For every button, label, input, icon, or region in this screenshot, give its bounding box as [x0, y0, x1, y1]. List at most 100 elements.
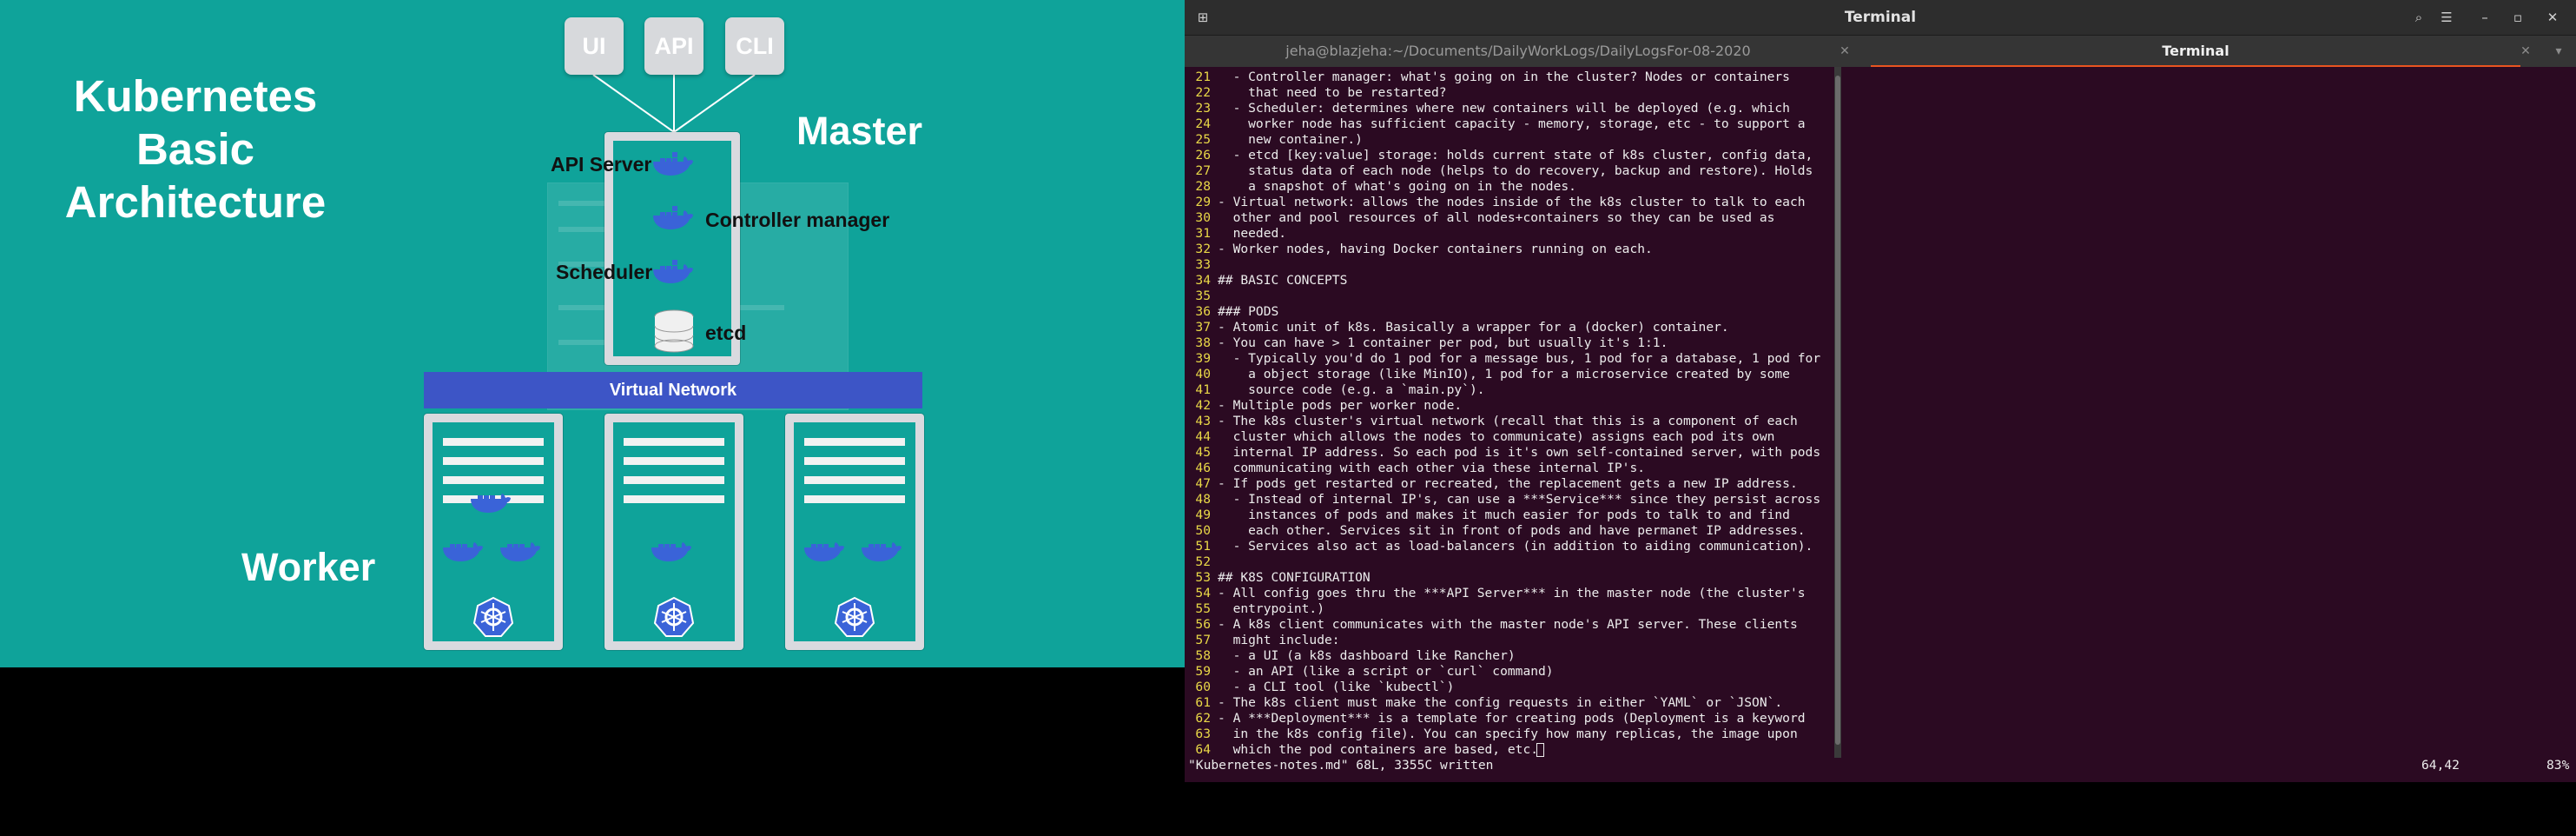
line-text: in the k8s config file). You can specify…	[1218, 727, 1798, 741]
editor-line: 49 instances of pods and makes it much e…	[1185, 508, 1790, 523]
line-text: status data of each node (helps to do re…	[1218, 163, 1813, 178]
status-message: "Kubernetes-notes.md" 68L, 3355C written	[1188, 758, 1494, 773]
line-text: needed.	[1218, 226, 1287, 241]
line-text: a snapshot of what's going on in the nod…	[1218, 179, 1576, 194]
scroll-percent: 83%	[2546, 758, 2570, 773]
line-text: - A ***Deployment*** is a template for c…	[1218, 711, 1806, 726]
line-number: 37	[1195, 320, 1211, 335]
tab-close-icon[interactable]: ✕	[1836, 36, 1853, 67]
line-text: - Services also act as load-balancers (i…	[1218, 539, 1813, 554]
line-number: 24	[1195, 116, 1211, 131]
line-number: 57	[1195, 633, 1211, 647]
line-number: 47	[1195, 476, 1211, 491]
line-text: ## BASIC CONCEPTS	[1218, 273, 1348, 288]
line-number: 30	[1195, 210, 1211, 225]
line-text: - A k8s client communicates with the mas…	[1218, 617, 1798, 632]
line-number: 44	[1195, 429, 1211, 444]
docker-whale-icon	[653, 206, 693, 229]
line-text: each other. Services sit in front of pod…	[1218, 523, 1806, 538]
line-number: 21	[1195, 70, 1211, 84]
line-number: 50	[1195, 523, 1211, 538]
docker-whale-icon	[651, 542, 691, 561]
line-number: 52	[1195, 554, 1211, 569]
docker-whale-icon	[653, 152, 693, 176]
line-number: 53	[1195, 570, 1211, 585]
menu-icon[interactable]: ☰	[2435, 7, 2458, 28]
tab-bar: jeha@blazjeha:~/Documents/DailyWorkLogs/…	[1185, 36, 2576, 67]
line-text: - Scheduler: determines where new contai…	[1218, 101, 1790, 116]
line-number: 25	[1195, 132, 1211, 147]
editor-line: 36 ### PODS	[1185, 304, 1278, 320]
editor-line: 27 status data of each node (helps to do…	[1185, 163, 1813, 179]
line-number: 41	[1195, 382, 1211, 397]
scrollbar-thumb[interactable]	[1835, 76, 1840, 745]
line-number: 61	[1195, 695, 1211, 710]
close-icon[interactable]: ✕	[2541, 7, 2564, 28]
editor-line: 21 - Controller manager: what's going on…	[1185, 70, 1790, 85]
docker-whale-icon	[804, 542, 844, 561]
line-text: instances of pods and makes it much easi…	[1218, 508, 1790, 522]
database-icon	[654, 309, 694, 353]
editor-line: 37 - Atomic unit of k8s. Basically a wrap…	[1185, 320, 1728, 335]
line-text: - Multiple pods per worker node.	[1218, 398, 1463, 413]
tab-terminal[interactable]: Terminal	[1871, 36, 2520, 67]
line-text: internal IP address. So each pod is it's…	[1218, 445, 1821, 460]
editor-line: 43 - The k8s cluster's virtual network (r…	[1185, 414, 1798, 429]
editor-pane[interactable]: 21 - Controller manager: what's going on…	[1185, 67, 1833, 758]
line-text: - etcd [key:value] storage: holds curren…	[1218, 148, 1813, 163]
line-text: worker node has sufficient capacity - me…	[1218, 116, 1806, 131]
minimize-icon[interactable]: –	[2474, 7, 2496, 28]
line-number: 29	[1195, 195, 1211, 209]
line-number: 22	[1195, 85, 1211, 100]
line-text: - You can have > 1 container per pod, bu…	[1218, 335, 1668, 350]
api-server-label: API Server	[551, 153, 652, 176]
line-text: - Typically you'd do 1 pod for a message…	[1218, 351, 1821, 366]
line-number: 48	[1195, 492, 1211, 507]
editor-line: 35	[1185, 289, 1218, 304]
empty-terminal-pane[interactable]	[1841, 67, 2576, 758]
editor-line: 44 cluster which allows the nodes to com…	[1185, 429, 1774, 445]
line-text: - If pods get restarted or recreated, th…	[1218, 476, 1798, 491]
line-number: 43	[1195, 414, 1211, 428]
line-number: 46	[1195, 461, 1211, 475]
line-number: 35	[1195, 289, 1211, 303]
docker-whale-icon	[862, 542, 902, 561]
editor-line: 45 internal IP address. So each pod is i…	[1185, 445, 1820, 461]
line-text: new container.)	[1218, 132, 1363, 147]
editor-line: 55 entrypoint.)	[1185, 601, 1324, 617]
line-number: 58	[1195, 648, 1211, 663]
editor-line: 58 - a UI (a k8s dashboard like Rancher)	[1185, 648, 1515, 664]
line-number: 59	[1195, 664, 1211, 679]
window-title: Terminal	[1844, 9, 1917, 26]
pane-scrollbar[interactable]	[1834, 67, 1841, 758]
line-text: other and pool resources of all nodes+co…	[1218, 210, 1775, 225]
line-text: ## K8S CONFIGURATION	[1218, 570, 1371, 585]
cli-client-box: CLI	[725, 17, 784, 75]
kubelet-icon	[834, 596, 875, 637]
line-text: might include:	[1218, 633, 1340, 647]
search-icon[interactable]: ⌕	[2408, 7, 2430, 28]
editor-line: 64 which the pod containers are based, e…	[1185, 742, 1538, 758]
tab-list-dropdown-icon[interactable]: ▾	[2550, 36, 2567, 67]
line-text: - Instead of internal IP's, can use a **…	[1218, 492, 1821, 507]
line-number: 23	[1195, 101, 1211, 116]
editor-line: 59 - an API (like a script or `curl` com…	[1185, 664, 1553, 680]
line-number: 51	[1195, 539, 1211, 554]
editor-line: 23 - Scheduler: determines where new con…	[1185, 101, 1790, 116]
line-text: - Worker nodes, having Docker containers…	[1218, 242, 1653, 256]
line-number: 40	[1195, 367, 1211, 382]
line-text: cluster which allows the nodes to commun…	[1218, 429, 1775, 444]
docker-whale-icon	[500, 542, 540, 561]
line-text: - The k8s cluster's virtual network (rec…	[1218, 414, 1798, 428]
scheduler-label: Scheduler	[556, 261, 653, 283]
editor-line: 25 new container.)	[1185, 132, 1363, 148]
virtual-network-bar: Virtual Network	[424, 372, 922, 408]
kubelet-icon	[472, 596, 514, 637]
tab-daily-logs[interactable]: jeha@blazjeha:~/Documents/DailyWorkLogs/…	[1185, 36, 1852, 67]
editor-line: 24 worker node has sufficient capacity -…	[1185, 116, 1806, 132]
line-number: 63	[1195, 727, 1211, 741]
line-number: 45	[1195, 445, 1211, 460]
maximize-icon[interactable]: ▫	[2507, 7, 2529, 28]
line-number: 34	[1195, 273, 1211, 288]
tab-close-icon[interactable]: ✕	[2517, 36, 2534, 67]
